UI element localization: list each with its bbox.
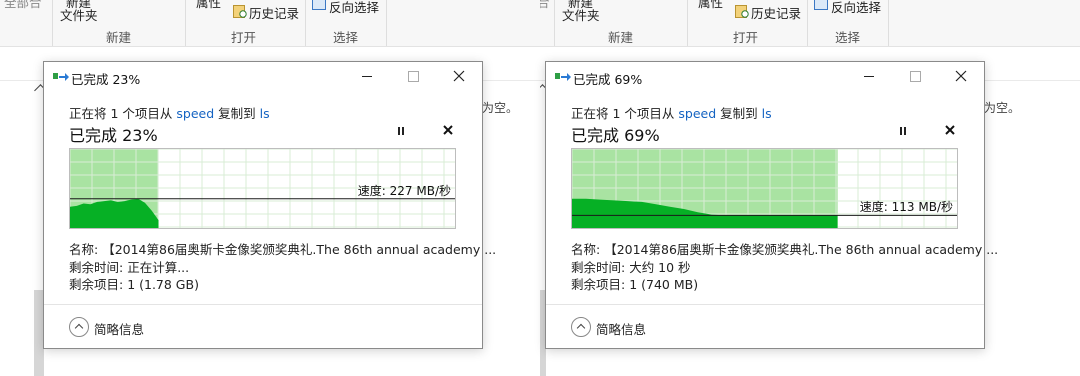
new-folder-button[interactable]: 文件夹 [562, 5, 600, 24]
invert-selection-button[interactable]: 反向选择 [329, 0, 379, 16]
empty-folder-text: 为空。 [482, 101, 519, 115]
source-link[interactable]: speed [678, 106, 716, 121]
history-icon [233, 5, 247, 18]
items-remaining-row: 剩余项目: 1 (740 MB) [571, 274, 698, 293]
close-button[interactable] [436, 62, 482, 92]
destination-link[interactable]: ls [762, 106, 772, 121]
copy-to-text: 复制到 [218, 106, 256, 121]
items-remaining-row: 剩余项目: 1 (1.78 GB) [69, 274, 199, 293]
window-title: 已完成 23% [71, 72, 141, 87]
window-title: 已完成 69% [573, 72, 643, 87]
file-name-value: 【2014第86届奥斯卡金像奖颁奖典礼.The 86th annual acad… [604, 242, 999, 257]
minimize-button[interactable] [344, 62, 390, 92]
copy-to-text: 复制到 [720, 106, 758, 121]
copy-icon [555, 73, 571, 81]
progress-status: 已完成 23% [69, 126, 158, 145]
time-remaining-value: 正在计算... [127, 260, 190, 275]
group-select-label: 选择 [835, 30, 861, 45]
pause-icon [900, 127, 902, 135]
file-name-row: 名称: 【2014第86届奥斯卡金像奖颁奖典礼.The 86th annual … [69, 239, 496, 258]
file-name-row: 名称: 【2014第86届奥斯卡金像奖颁奖典礼.The 86th annual … [571, 239, 998, 258]
time-remaining-label: 剩余时间: [571, 260, 626, 275]
explorer-ribbon: 全部合 新建 文件夹 新建 属性 历史记录 打开 反向选择 选择 [540, 0, 1080, 47]
empty-folder-text: 为空。 [984, 101, 1021, 115]
minimize-icon [362, 76, 372, 77]
maximize-button[interactable] [390, 62, 436, 92]
copy-description: 正在将 1 个项目从 speed 复制到 ls [69, 103, 270, 122]
minimize-icon [864, 76, 874, 77]
group-open-label: 打开 [733, 30, 759, 45]
name-label: 名称: [571, 242, 601, 257]
name-label: 名称: [69, 242, 99, 257]
fewer-details-label: 简略信息 [596, 322, 647, 337]
items-remaining-label: 剩余项目: [571, 277, 626, 292]
close-button[interactable] [938, 62, 984, 92]
pause-button[interactable] [396, 126, 406, 136]
maximize-button[interactable] [892, 62, 938, 92]
speed-graph-canvas [572, 149, 957, 228]
chevron-up-icon [571, 317, 591, 337]
copy-progress-dialog: 已完成 69% 正在将 1 个项目从 speed 复制到 ls 已完成 69% … [545, 61, 998, 349]
properties-button[interactable]: 属性 [196, 0, 221, 11]
time-remaining-value: 大约 10 秒 [629, 260, 691, 275]
destination-link[interactable]: ls [260, 106, 270, 121]
from-prefix: 正在将 1 个项目从 [69, 106, 173, 121]
cancel-copy-button[interactable] [944, 124, 956, 136]
progress-status: 已完成 69% [571, 126, 660, 145]
time-remaining-label: 剩余时间: [69, 260, 124, 275]
group-select-label: 选择 [333, 30, 359, 45]
properties-button[interactable]: 属性 [698, 0, 723, 11]
new-folder-button[interactable]: 文件夹 [60, 5, 98, 24]
ribbon-partial-button[interactable]: 全部合 [4, 0, 42, 11]
group-new-label: 新建 [106, 30, 132, 45]
invert-selection-icon [312, 0, 326, 10]
pause-button[interactable] [898, 126, 908, 136]
invert-selection-button[interactable]: 反向选择 [831, 0, 881, 16]
ribbon-partial-button[interactable]: 全部合 [540, 0, 550, 11]
group-open-label: 打开 [231, 30, 257, 45]
history-button[interactable]: 历史记录 [249, 3, 299, 22]
dialog-footer: 简略信息 [44, 304, 482, 349]
speed-readout: 速度: 113 MB/秒 [859, 200, 953, 215]
source-link[interactable]: speed [176, 106, 214, 121]
copy-icon [53, 73, 69, 81]
copy-progress-dialog: 已完成 23% 正在将 1 个项目从 speed 复制到 ls 已完成 23% … [43, 61, 496, 349]
items-remaining-value: 1 (740 MB) [629, 277, 699, 292]
speed-readout: 速度: 227 MB/秒 [357, 183, 451, 198]
file-name-value: 【2014第86届奥斯卡金像奖颁奖典礼.The 86th annual acad… [102, 242, 497, 257]
copy-description: 正在将 1 个项目从 speed 复制到 ls [571, 103, 772, 122]
pause-icon [398, 127, 400, 135]
dialog-footer: 简略信息 [546, 304, 984, 349]
invert-selection-icon [814, 0, 828, 10]
minimize-button[interactable] [846, 62, 892, 92]
close-icon [453, 70, 465, 82]
maximize-icon [408, 71, 419, 82]
transfer-speed-graph: 速度: 227 MB/秒 [69, 148, 456, 229]
history-icon [735, 5, 749, 18]
fewer-details-label: 简略信息 [94, 322, 145, 337]
from-prefix: 正在将 1 个项目从 [571, 106, 675, 121]
items-remaining-label: 剩余项目: [69, 277, 124, 292]
group-new-label: 新建 [608, 30, 634, 45]
dialog-titlebar[interactable]: 已完成 23% [44, 62, 482, 92]
dialog-titlebar[interactable]: 已完成 69% [546, 62, 984, 92]
chevron-up-icon [69, 317, 89, 337]
history-button[interactable]: 历史记录 [751, 3, 801, 22]
items-remaining-value: 1 (1.78 GB) [127, 277, 199, 292]
explorer-ribbon: 全部合 新建 文件夹 新建 属性 历史记录 打开 反向选择 选择 [0, 0, 540, 47]
close-icon [955, 70, 967, 82]
transfer-speed-graph: 速度: 113 MB/秒 [571, 148, 958, 229]
maximize-icon [910, 71, 921, 82]
cancel-copy-button[interactable] [442, 124, 454, 136]
